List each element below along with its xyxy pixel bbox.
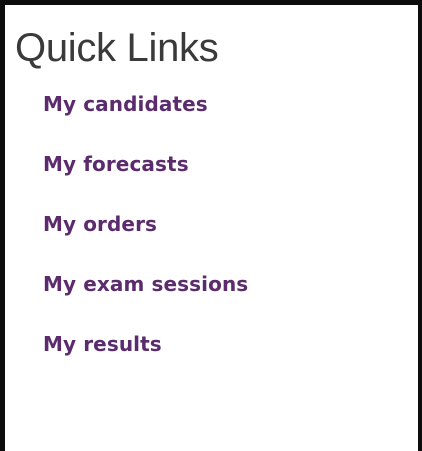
list-item: My exam sessions [43, 269, 248, 329]
link-my-results[interactable]: My results [43, 329, 162, 359]
list-item: My forecasts [43, 149, 248, 209]
quick-links-list: My candidates My forecasts My orders My … [43, 89, 248, 389]
list-item: My results [43, 329, 248, 389]
link-my-orders[interactable]: My orders [43, 209, 157, 239]
panel-title: Quick Links [15, 26, 219, 70]
list-item: My candidates [43, 89, 248, 149]
link-my-forecasts[interactable]: My forecasts [43, 149, 189, 179]
link-my-exam-sessions[interactable]: My exam sessions [43, 269, 248, 299]
link-my-candidates[interactable]: My candidates [43, 89, 208, 119]
quick-links-panel: Quick Links My candidates My forecasts M… [0, 0, 422, 451]
list-item: My orders [43, 209, 248, 269]
